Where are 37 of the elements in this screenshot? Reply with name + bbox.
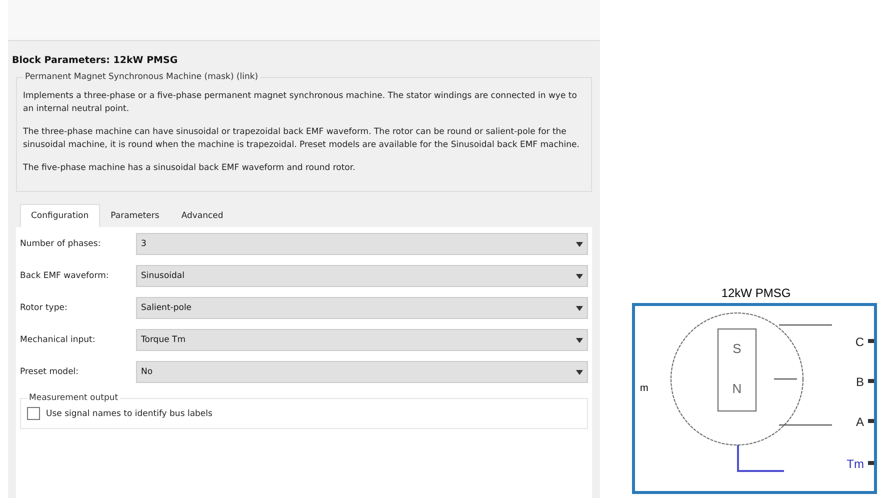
parameter-label: Mechanical input: [20,335,96,345]
group-legend: Measurement output [27,393,120,403]
caret-icon [576,370,583,374]
description-text: The five-phase machine has a sinusoidal back EMF waveform and round rotor. [23,162,356,175]
tab[interactable]: Configuration [20,204,100,227]
caret-icon [576,274,583,278]
port-label: B [856,375,864,389]
block-frame[interactable] [632,303,877,494]
dropdown[interactable]: No [136,361,588,383]
block-title: 12kW PMSG [720,286,792,300]
dropdown[interactable]: Sinusoidal [136,265,588,287]
dropdown[interactable]: Torque Tm [136,329,588,351]
pole-label: N [732,381,742,396]
port-icon [868,379,874,383]
port-icon [868,419,874,423]
caret-icon [576,242,583,246]
dialog-title: Block Parameters: 12kW PMSG [11,54,179,68]
port-icon [868,339,874,343]
pole-label: S [732,341,742,356]
signal-names-checkbox[interactable]: Use signal names to identify bus labels [27,407,581,420]
description-text: The three-phase machine can have sinusoidal or trapezoidal back EMF waveform. The rotor can be round or salient-pole for the sinusoidal machine, it is round when the machine is trapezoidal. Preset models are available for the Sinusoidal back EMF machine. [23,126,580,152]
parameter-label: Preset model: [20,367,80,377]
group-legend: Permanent Magnet Synchronous Machine (mask) (link) [23,72,260,82]
dropdown[interactable]: 3 [136,233,588,255]
checkbox[interactable] [27,407,40,420]
port-label: Tm [846,457,864,471]
port-label: C [855,335,864,349]
parameter-label: Rotor type: [20,303,68,313]
caret-icon [576,306,583,310]
description-text: Implements a three-phase or a five-phase permanent magnet synchronous machine. The stator windings are connected in wye to an internal neutral point. [23,90,578,116]
port-label: m [640,383,648,394]
dropdown[interactable]: Salient-pole [136,297,588,319]
port-label: A [856,415,864,429]
port-icon [868,461,874,465]
parameter-label: Number of phases: [20,239,102,249]
caret-icon [576,338,583,342]
parameter-label: Back EMF waveform: [20,271,110,281]
